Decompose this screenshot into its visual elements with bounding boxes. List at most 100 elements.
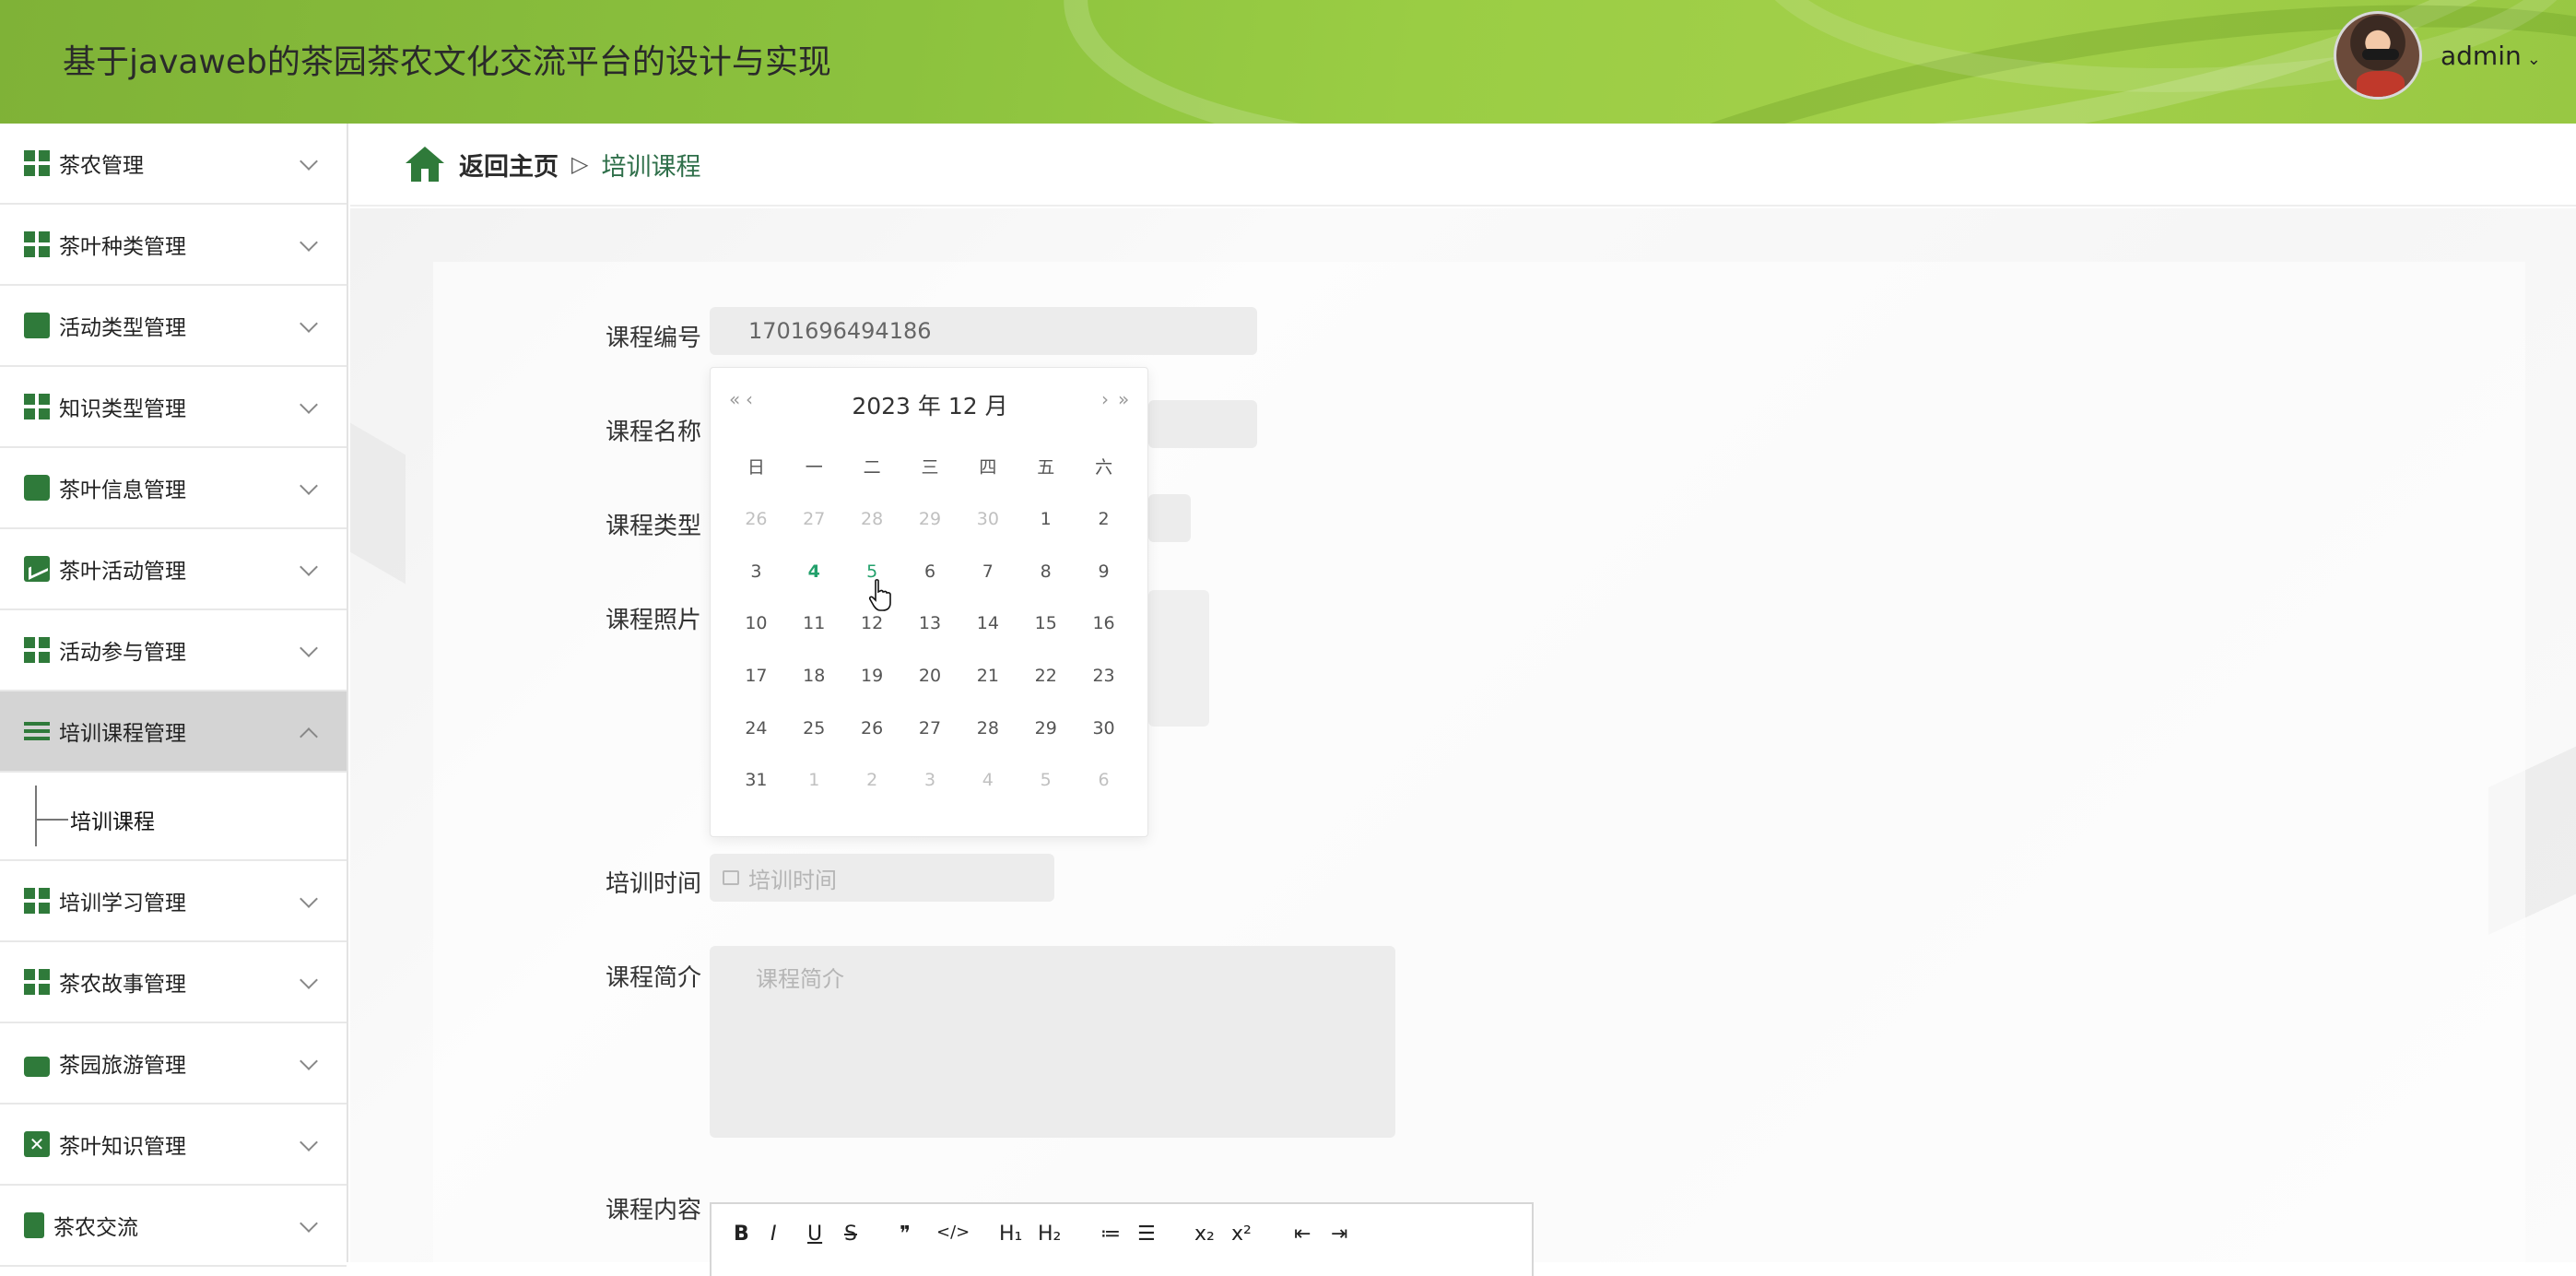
calendar-day[interactable]: 28 [843,502,901,555]
training-time-input[interactable]: 培训时间 [710,854,1054,902]
next-year-button[interactable]: » [1118,388,1129,410]
blockquote-button[interactable]: ❞ [900,1223,911,1246]
calendar-day[interactable]: 17 [727,659,785,712]
sidebar-item-activity-type[interactable]: 活动类型管理 [0,286,347,367]
calendar-day[interactable]: 6 [901,555,959,608]
header-1-button[interactable]: H₁ [999,1223,1022,1246]
calendar-day[interactable]: 1 [1017,502,1075,555]
underline-button[interactable]: U [807,1223,822,1246]
year-label[interactable]: 2023 年 [852,393,941,419]
calendar-day[interactable]: 16 [1075,607,1133,659]
weekday-header: 五 [1037,457,1055,478]
sidebar-item-tea-knowledge[interactable]: ✕ 茶叶知识管理 [0,1105,347,1186]
next-month-button[interactable]: › [1101,388,1109,410]
calendar-day[interactable]: 2 [1075,502,1133,555]
calendar-day[interactable]: 31 [727,763,785,816]
calendar-day[interactable]: 5 [1017,763,1075,816]
avatar-scarf [2357,71,2405,97]
course-photo-label: 课程照片 [606,607,702,634]
sidebar-item-knowledge-type[interactable]: 知识类型管理 [0,367,347,448]
sidebar-item-tea-category[interactable]: 茶叶种类管理 [0,205,347,286]
calendar-day[interactable]: 7 [959,555,1017,608]
calendar-day[interactable]: 11 [785,607,843,659]
calendar-day[interactable]: 13 [901,607,959,659]
outdent-button[interactable]: ⇤ [1294,1223,1311,1246]
training-time-placeholder: 培训时间 [748,867,837,893]
calendar-day[interactable]: 3 [901,763,959,816]
sidebar-item-tea-info[interactable]: 茶叶信息管理 [0,448,347,529]
sidebar-item-garden-tour[interactable]: 茶园旅游管理 [0,1023,347,1105]
course-type-select[interactable] [1148,494,1191,542]
chevron-down-icon [300,639,318,657]
calendar-day[interactable]: 30 [959,502,1017,555]
superscript-button[interactable]: x² [1231,1223,1252,1246]
calendar-day[interactable]: 29 [901,502,959,555]
calendar-day[interactable]: 10 [727,607,785,659]
ordered-list-button[interactable]: ≔ [1100,1223,1121,1246]
sidebar-item-training-course[interactable]: 培训课程管理 [0,691,347,773]
italic-button[interactable]: I [770,1223,777,1246]
date-picker-popup: « ‹ 2023 年 12 月 › » 日一二三四五六 26 27 28 29 30 1 2 3… [710,367,1148,837]
subscript-button[interactable]: x₂ [1194,1223,1215,1246]
calendar-day[interactable]: 12 [843,607,901,659]
rich-text-editor[interactable]: B I U S ❞ </> H₁ H₂ ≔ ☰ x₂ x² ⇤ ⇥ [710,1202,1534,1276]
calendar-day[interactable]: 3 [727,555,785,608]
calendar-day[interactable]: 26 [727,502,785,555]
calendar-day[interactable]: 14 [959,607,1017,659]
code-block-button[interactable]: </> [936,1223,970,1242]
calendar-day[interactable]: 4 [785,555,843,608]
user-menu[interactable]: admin ⌄ [2441,41,2541,71]
calendar-day[interactable]: 28 [959,712,1017,764]
calendar-day[interactable]: 30 [1075,712,1133,764]
calendar-day[interactable]: 27 [785,502,843,555]
calendar-day[interactable]: 26 [843,712,901,764]
calendar-day[interactable]: 25 [785,712,843,764]
user-avatar[interactable] [2334,11,2422,100]
sidebar-item-tea-activity[interactable]: 茶叶活动管理 [0,529,347,610]
content-label: 课程内容 [606,1197,702,1224]
calendar-day[interactable]: 1 [785,763,843,816]
sidebar-item-activity-join[interactable]: 活动参与管理 [0,610,347,691]
intro-textarea[interactable]: 课程简介 [710,946,1395,1138]
calendar-day[interactable]: 21 [959,659,1017,712]
sidebar-item-training-study[interactable]: 培训学习管理 [0,861,347,942]
sidebar-item-farmer-exchange[interactable]: 茶农交流 [0,1186,347,1267]
calendar-day[interactable]: 8 [1017,555,1075,608]
calendar-day[interactable]: 6 [1075,763,1133,816]
calendar-day[interactable]: 18 [785,659,843,712]
course-photo-upload[interactable] [1148,590,1209,727]
avatar-mask [2362,49,2399,60]
calendar-grid: 日一二三四五六 26 27 28 29 30 1 2 3 4 5 6 7 8 9 10 11 12 13 14 15 16… [727,451,1133,816]
course-no-field[interactable]: 1701696494186 [710,307,1257,355]
grid-icon [24,394,50,419]
chevron-down-icon [300,890,318,908]
bullet-list-button[interactable]: ☰ [1137,1223,1156,1246]
bold-button[interactable]: B [734,1223,749,1246]
calendar-day[interactable]: 22 [1017,659,1075,712]
calendar-day[interactable]: 29 [1017,712,1075,764]
indent-button[interactable]: ⇥ [1331,1223,1347,1246]
sidebar-item-label: 茶叶知识管理 [59,1135,186,1159]
header-2-button[interactable]: H₂ [1038,1223,1061,1246]
breadcrumb-home-link[interactable]: 返回主页 [459,147,559,183]
sidebar-item-farmer-story[interactable]: 茶农故事管理 [0,942,347,1023]
sidebar-item-label: 活动参与管理 [59,641,186,665]
home-icon[interactable] [406,147,444,182]
grid-icon [24,888,50,914]
strike-button[interactable]: S [844,1223,857,1246]
calendar-day[interactable]: 15 [1017,607,1075,659]
calendar-day[interactable]: 4 [959,763,1017,816]
calendar-day[interactable]: 19 [843,659,901,712]
submenu-item-training-course[interactable]: 培训课程 [0,773,347,861]
calendar-day[interactable]: 27 [901,712,959,764]
calendar-day[interactable]: 23 [1075,659,1133,712]
course-type-label: 课程类型 [606,513,702,540]
calendar-day[interactable]: 20 [901,659,959,712]
calendar-day[interactable]: 24 [727,712,785,764]
sidebar-item-tea-farmer[interactable]: 茶农管理 [0,124,347,205]
chat-icon [24,475,50,501]
course-name-field[interactable] [1148,400,1257,448]
month-label[interactable]: 12 月 [948,393,1008,419]
calendar-day[interactable]: 2 [843,763,901,816]
calendar-day[interactable]: 9 [1075,555,1133,608]
